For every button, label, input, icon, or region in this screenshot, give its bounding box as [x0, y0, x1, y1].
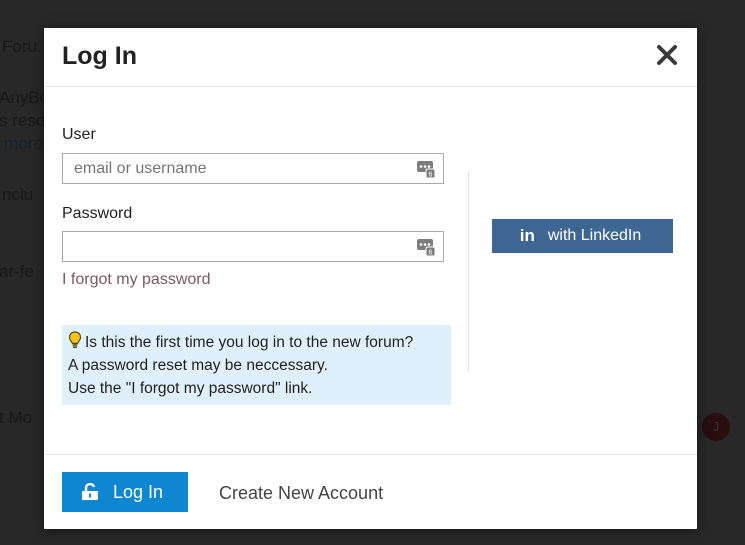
dialog-title: Log In: [62, 42, 137, 70]
migration-notice: Is this the first time you log in to the…: [62, 325, 451, 405]
login-dialog: Log In User 6 Password 6 I forgot my pas…: [44, 28, 697, 529]
password-manager-icon[interactable]: 6: [416, 160, 436, 179]
svg-text:6: 6: [429, 172, 433, 179]
login-button[interactable]: Log In: [62, 472, 188, 512]
close-button[interactable]: [655, 42, 679, 68]
notice-line-1: Is this the first time you log in to the…: [68, 331, 451, 354]
login-button-label: Log In: [112, 481, 164, 502]
password-field-wrapper: 6: [62, 231, 444, 262]
create-account-link[interactable]: Create New Account: [219, 483, 383, 504]
svg-text:6: 6: [429, 250, 433, 257]
dialog-footer: Log In Create New Account: [44, 454, 697, 530]
unlock-icon: [81, 483, 98, 500]
column-divider: [468, 172, 469, 371]
dialog-header: Log In: [44, 28, 697, 87]
notice-text-1: Is this the first time you log in to the…: [85, 334, 414, 351]
user-label: User: [62, 126, 96, 143]
forgot-password-link[interactable]: I forgot my password: [62, 271, 211, 289]
lightbulb-icon: [68, 331, 82, 348]
username-input[interactable]: [63, 154, 414, 183]
password-label: Password: [62, 205, 133, 222]
linkedin-login-button[interactable]: in with LinkedIn: [492, 219, 673, 253]
user-field-wrapper: 6: [62, 153, 444, 184]
password-manager-icon[interactable]: 6: [416, 238, 436, 257]
notice-line-2: A password reset may be neccessary.: [68, 357, 328, 374]
password-input[interactable]: [63, 232, 414, 261]
close-icon: [657, 45, 677, 65]
notice-line-3: Use the "I forgot my password" link.: [68, 380, 313, 397]
linkedin-button-label: with LinkedIn: [547, 227, 642, 244]
linkedin-icon: in: [519, 226, 535, 245]
